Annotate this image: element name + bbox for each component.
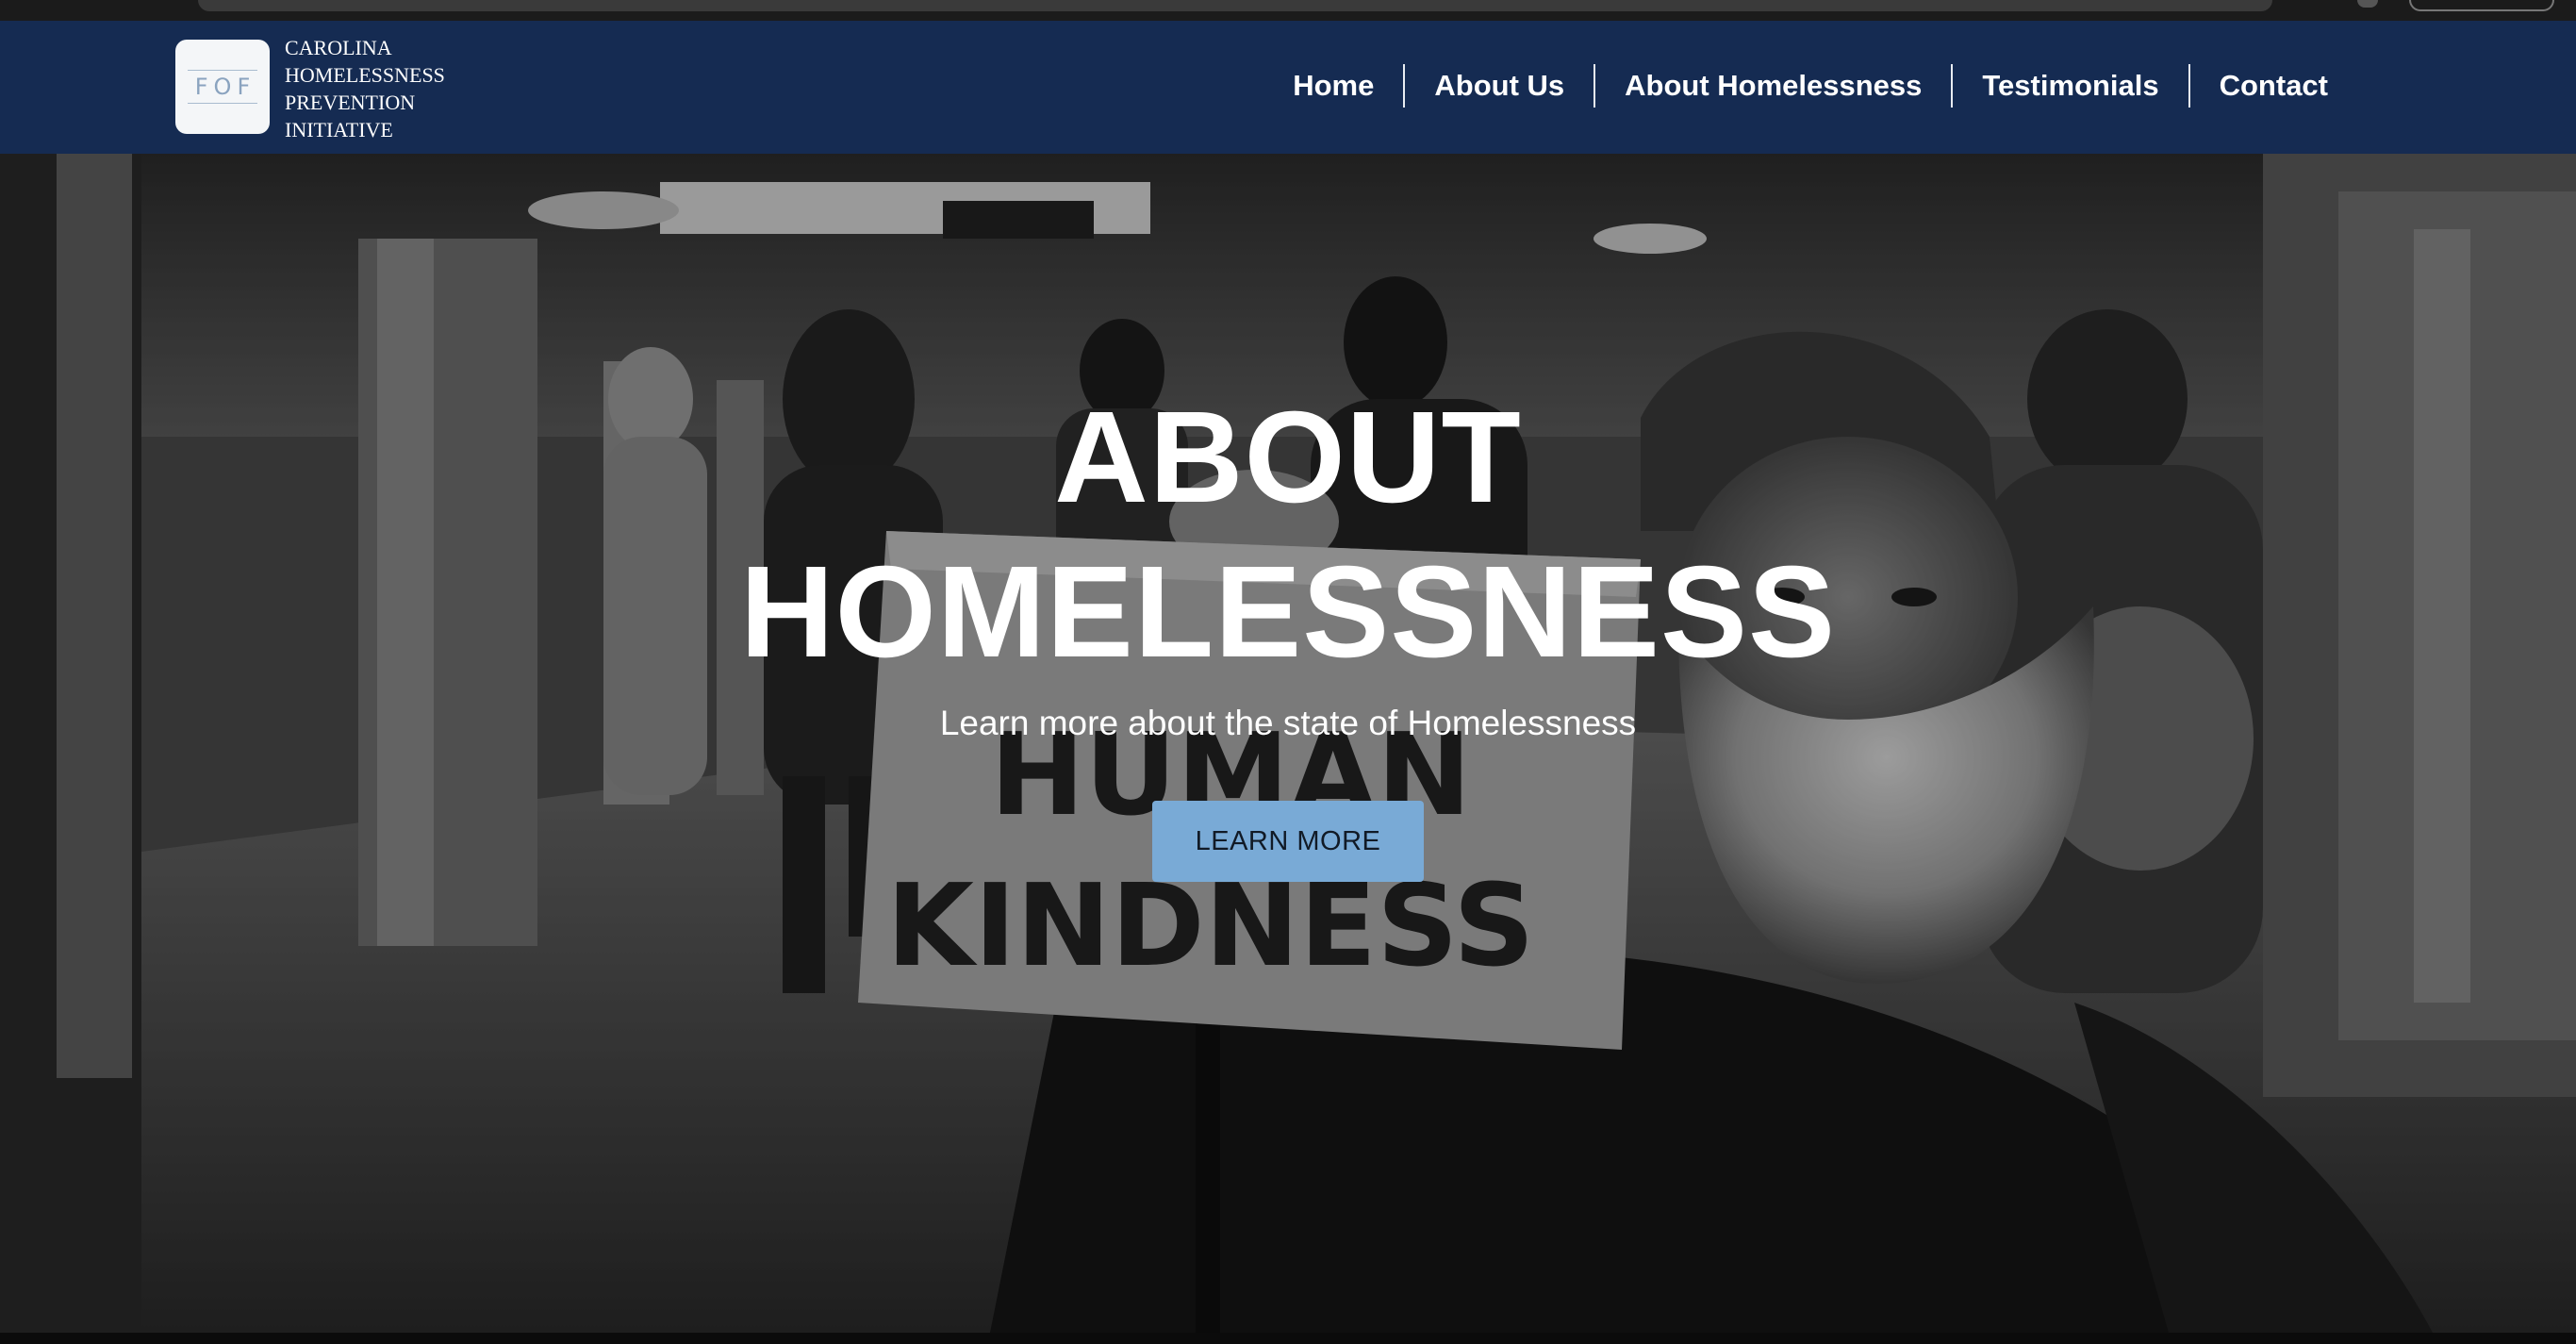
extension-icon[interactable]	[2357, 0, 2378, 8]
org-name-line: CAROLINA	[285, 36, 392, 59]
hero-section: HUMAN KINDNESS ABOUT HOMELESSNESS Learn …	[0, 154, 2576, 1333]
browser-chrome	[0, 0, 2576, 21]
hero-title-line: HOMELESSNESS	[739, 539, 1837, 685]
nav-contact[interactable]: Contact	[2188, 64, 2357, 108]
browser-button[interactable]	[2409, 0, 2554, 11]
address-bar[interactable]	[198, 0, 2272, 11]
nav-about-homelessness[interactable]: About Homelessness	[1593, 64, 1951, 108]
hero-title-line: ABOUT	[1054, 385, 1522, 530]
hero-title: ABOUT HOMELESSNESS	[0, 380, 2576, 689]
logo[interactable]: FOF	[175, 40, 270, 134]
org-name-line: HOMELESSNESS	[285, 63, 445, 87]
nav-home[interactable]: Home	[1263, 64, 1403, 108]
site-header: FOF CAROLINA HOMELESSNESS PREVENTION INI…	[0, 21, 2576, 154]
org-name-line: PREVENTION	[285, 91, 416, 114]
org-name[interactable]: CAROLINA HOMELESSNESS PREVENTION INITIAT…	[285, 34, 445, 143]
nav-about-us[interactable]: About Us	[1403, 64, 1593, 108]
main-nav: Home About Us About Homelessness Testimo…	[1263, 62, 2357, 109]
logo-mark: FOF	[187, 70, 258, 104]
org-name-line: INITIATIVE	[285, 118, 393, 141]
bottom-edge	[0, 1333, 2576, 1344]
learn-more-button[interactable]: LEARN MORE	[1152, 801, 1424, 882]
nav-testimonials[interactable]: Testimonials	[1951, 64, 2188, 108]
hero-subtitle: Learn more about the state of Homelessne…	[939, 704, 1637, 742]
